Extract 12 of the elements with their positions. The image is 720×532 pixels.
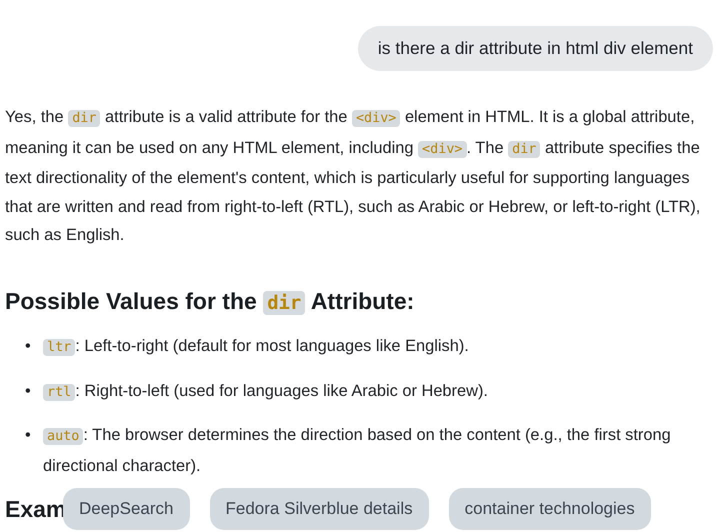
list-item: rtl : Right-to-left (used for languages like Arabic or Hebrew).	[43, 376, 713, 408]
user-message: is there a dir attribute in html div element	[358, 26, 713, 71]
answer-paragraph: Yes, the dir attribute is a valid attribute for the <div> element in HTML. It is a global attribute, meaning it can be used on any HTML element, including <div> . The dir attribute specifies the text directionality of the element's content, which is particularly useful for supporting languages that are written and read from right-to-left (RTL), such as Arabic or Hebrew, or left-to-right (LTR), such as English.	[5, 107, 702, 246]
section-heading: Possible Values for the dir Attribute:	[5, 286, 416, 317]
list-item: ltr : Left-to-right (default for most languages like English).	[43, 332, 713, 363]
list-bullet: •	[25, 425, 31, 446]
suggestion-chip[interactable]: container technologies	[448, 488, 651, 530]
list-bullet: •	[25, 380, 31, 402]
list-item: auto : The browser determines the direction based on the content (e.g., the first strong directional character).	[43, 425, 672, 477]
suggestion-chip[interactable]: DeepSearch	[63, 488, 190, 530]
suggestion-chip[interactable]: Fedora Silverblue details	[210, 488, 429, 530]
list-bullet: •	[25, 336, 31, 357]
